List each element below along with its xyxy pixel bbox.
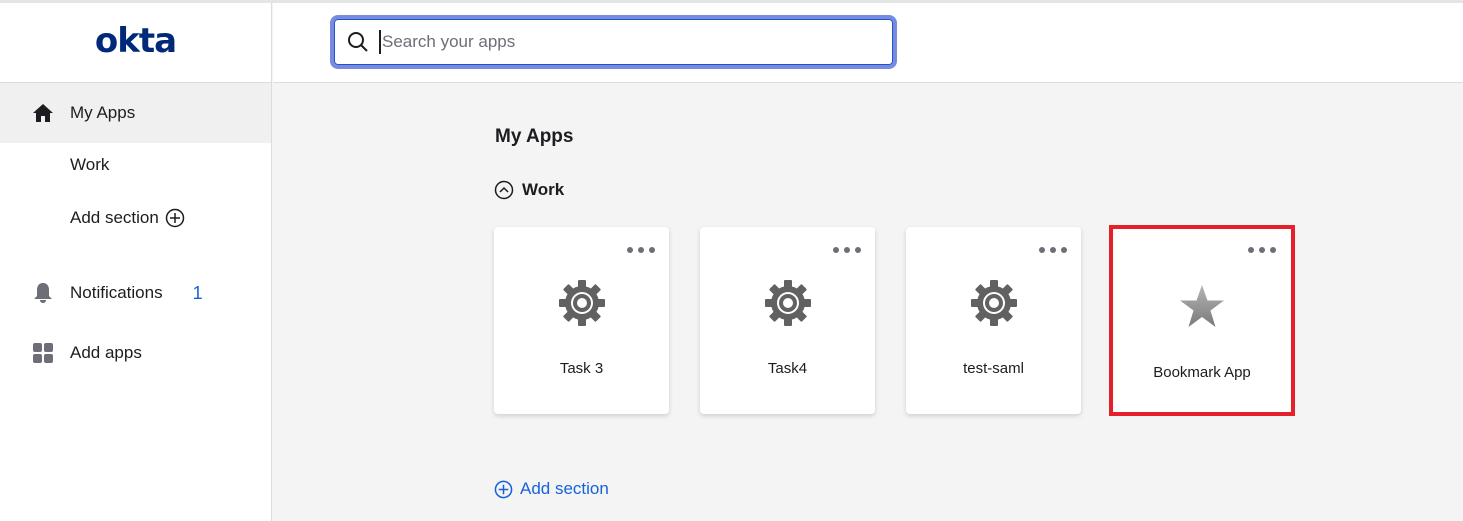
app-name: Task 3 [559,360,604,377]
sidebar: okta My Apps Work Add section Notificati… [0,3,272,521]
search-input[interactable] [382,32,862,52]
add-section-link[interactable]: Add section [494,479,609,499]
notification-count-badge: 1 [192,282,203,303]
more-options-icon[interactable] [833,245,861,255]
sidebar-item-notifications[interactable]: Notifications 1 [0,263,271,323]
section-header-work[interactable]: Work [494,180,564,200]
gear-icon [764,279,812,327]
app-name: Bookmark App [1153,364,1251,381]
sidebar-item-label: My Apps [70,103,136,122]
section-title: Work [522,180,565,199]
sidebar-item-my-apps[interactable]: My Apps [0,83,271,143]
grid-icon [32,342,54,364]
more-options-icon[interactable] [1248,245,1276,255]
search-box[interactable] [330,15,897,69]
sidebar-item-label: Add section [70,208,159,227]
more-options-icon[interactable] [1039,245,1067,255]
plus-circle-icon [165,208,185,228]
app-name: test-saml [963,360,1024,377]
app-tile[interactable]: Task 3 [494,227,669,414]
plus-circle-icon [494,480,513,499]
gear-icon [970,279,1018,327]
sidebar-item-label: Add apps [70,343,142,362]
top-bar [273,3,1463,83]
app-tile[interactable]: test-saml [906,227,1081,414]
sidebar-item-work[interactable]: Work [0,143,271,187]
sidebar-item-add-section[interactable]: Add section [0,187,271,249]
sidebar-item-add-apps[interactable]: Add apps [0,323,271,383]
app-name: Task4 [767,360,808,377]
logo-area[interactable]: okta [0,3,271,83]
app-grid: Task 3 Task4 test-saml Bookmark App [494,225,1323,416]
sidebar-item-label: Notifications [70,283,163,302]
okta-logo[interactable]: okta [95,21,177,61]
home-icon [32,102,54,124]
add-section-label: Add section [520,479,609,498]
sidebar-item-label: Work [70,155,110,174]
page-title: My Apps [495,126,574,147]
app-tile-highlighted[interactable]: Bookmark App [1109,225,1295,416]
bell-icon [32,282,54,304]
main-content: My Apps Work Task 3 Task4 test-saml Book… [273,84,1463,521]
gear-icon [558,279,606,327]
search-icon [347,31,369,53]
more-options-icon[interactable] [627,245,655,255]
chevron-up-circle-icon[interactable] [494,180,514,200]
text-caret [379,30,381,54]
star-icon [1178,283,1226,331]
app-tile[interactable]: Task4 [700,227,875,414]
